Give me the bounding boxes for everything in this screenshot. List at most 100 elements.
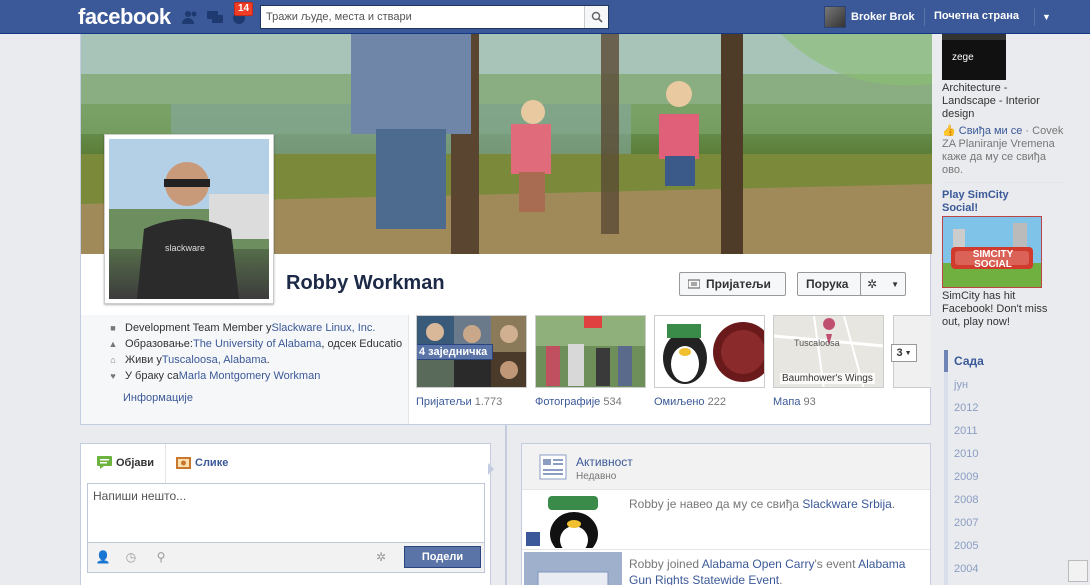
post-composer: Објави Слике Напиши нешто... 👤 ◷ ⚲ ✲ Под…: [80, 443, 491, 585]
slackware-page-image[interactable]: [524, 492, 622, 548]
zege-ad-image[interactable]: zege: [942, 34, 1006, 80]
work-link[interactable]: Slackware Linux, Inc.: [272, 322, 376, 334]
profile-picture[interactable]: slackware: [104, 134, 274, 304]
year-nav-item[interactable]: 2011: [954, 425, 978, 437]
user-avatar: [824, 6, 846, 28]
event-host-link[interactable]: Alabama Open Carry: [702, 557, 815, 571]
notification-count-badge: 14: [234, 2, 254, 16]
info-work: ■ Development Team Member у Slackware Li…: [107, 322, 375, 334]
ad1-like-link[interactable]: Свиђа ми се: [959, 125, 1023, 137]
user-profile-link[interactable]: Broker Brok: [824, 6, 915, 28]
search-button[interactable]: [584, 6, 608, 28]
status-input[interactable]: Напиши нешто...: [87, 483, 485, 543]
tab-photos[interactable]: Слике: [176, 456, 228, 469]
gear-icon: ✲: [867, 277, 878, 291]
year-nav-item[interactable]: 2010: [954, 448, 978, 460]
year-nav-item[interactable]: 2009: [954, 471, 978, 483]
year-nav-active-marker: [944, 350, 948, 372]
clock-icon[interactable]: ◷: [124, 550, 138, 564]
location-pin-icon[interactable]: ⚲: [154, 550, 168, 564]
activity-text: Robby joined Alabama Open Carry's event …: [629, 557, 906, 585]
favorites-thumbnail[interactable]: [654, 315, 765, 388]
like-thumb-icon: 👍: [942, 125, 956, 137]
briefcase-icon: ■: [110, 323, 116, 333]
year-nav-month[interactable]: јун: [954, 379, 968, 391]
spouse-link[interactable]: Marla Montgomery Workman: [179, 370, 321, 382]
event-image[interactable]: [524, 552, 622, 585]
map-thumbnail[interactable]: Tuscaloosa Baumhower's Wings: [773, 315, 884, 388]
location-link[interactable]: Tuscaloosa, Alabama: [162, 354, 267, 366]
zege-logo-image: zege: [942, 34, 1006, 80]
photos-section-label[interactable]: Фотографије 534: [535, 396, 622, 408]
chevron-down-icon: ▼: [891, 279, 899, 289]
message-button[interactable]: Порука: [797, 272, 865, 296]
profile-photo: slackware: [109, 139, 269, 299]
simcity-logo-text: SIMCITY SOCIAL: [972, 249, 1014, 270]
search-input[interactable]: [261, 6, 581, 28]
map-city-label: Tuscaloosa: [794, 338, 840, 348]
ad1-social-context: 👍 Свиђа ми се · Covek ZA Planiranje Vrem…: [942, 125, 1064, 176]
activity-box: Активност Недавно Robby је навео да му с…: [521, 443, 931, 585]
message-button-label: Порука: [806, 277, 849, 291]
friends-button-label: Пријатељи: [706, 277, 771, 291]
ad2-title[interactable]: Play SimCity Social!: [942, 189, 1042, 215]
audience-gear-icon[interactable]: ✲: [374, 550, 388, 564]
activity-list-icon: [539, 454, 567, 480]
friends-section-label[interactable]: Пријатељи 1.773: [416, 396, 502, 408]
favorites-thumbnail-image: [655, 316, 764, 387]
year-nav-item[interactable]: 2007: [954, 517, 978, 529]
chat-sidebar-icon[interactable]: [1068, 560, 1088, 582]
ad1-title[interactable]: Architecture - Landscape - Interior desi…: [942, 82, 1052, 121]
year-nav-item[interactable]: 2004: [954, 563, 978, 575]
account-dropdown-icon[interactable]: ▼: [1042, 12, 1051, 22]
ad2-text[interactable]: SimCity has hit Facebook! Don't miss out…: [942, 290, 1052, 329]
facebook-logo[interactable]: facebook: [78, 4, 171, 30]
favorites-section-label[interactable]: Омиљено 222: [654, 396, 726, 408]
info-location: ⌂ Живи у Tuscaloosa, Alabama.: [107, 354, 269, 366]
mutual-friends-badge: 4 заједничка: [417, 344, 494, 360]
more-sections-button[interactable]: 3 ▼: [891, 344, 917, 362]
friends-check-icon: [688, 279, 700, 289]
activity-title[interactable]: Активност: [576, 455, 633, 469]
activity-text: Robby је навео да му се свиђа Slackware …: [629, 497, 896, 511]
simcity-ad-image[interactable]: SIMCITY SOCIAL: [942, 216, 1042, 288]
house-icon: ⌂: [110, 355, 116, 365]
top-navigation-bar: facebook 14 Broker Brok Почетна страна ▼: [0, 0, 1090, 34]
info-education: ▲ Образовање: The University of Alabama,…: [108, 338, 403, 350]
search-box: [260, 5, 609, 29]
user-name: Broker Brok: [851, 11, 915, 23]
svg-text:zege: zege: [952, 52, 974, 63]
photos-thumbnail[interactable]: [535, 315, 646, 388]
friends-thumbnail[interactable]: 4 заједничка: [416, 315, 527, 388]
composer-toolbar: 👤 ◷ ⚲ ✲ Подели: [87, 543, 485, 573]
map-place-label: Baumhower's Wings: [780, 373, 875, 384]
heart-icon: ♥: [110, 371, 116, 381]
liked-page-link[interactable]: Slackware Srbija: [802, 497, 891, 511]
messages-icon[interactable]: [206, 9, 224, 25]
timeline-spine: [505, 425, 507, 585]
share-button[interactable]: Подели: [404, 546, 481, 568]
tag-people-icon[interactable]: 👤: [96, 550, 111, 564]
year-nav-item[interactable]: 2012: [954, 402, 978, 414]
settings-gear-button[interactable]: ✲ ▼: [860, 272, 906, 296]
home-link[interactable]: Почетна страна: [934, 10, 1019, 22]
school-link[interactable]: The University of Alabama: [193, 338, 321, 350]
year-nav-item[interactable]: 2008: [954, 494, 978, 506]
year-nav-item[interactable]: 2005: [954, 540, 978, 552]
nav-separator: [1034, 8, 1035, 26]
photo-icon: [176, 457, 191, 469]
about-link[interactable]: Информације: [123, 392, 193, 404]
search-icon: [591, 11, 603, 23]
friends-button[interactable]: Пријатељи: [679, 272, 786, 296]
activity-item: Robby је навео да му се свиђа Slackware …: [522, 490, 930, 550]
nav-separator: [924, 8, 925, 26]
chevron-down-icon: ▼: [904, 349, 912, 357]
friend-requests-icon[interactable]: [181, 9, 199, 25]
penguin-logo-image: [526, 496, 598, 548]
year-nav-now[interactable]: Сада: [954, 354, 984, 368]
profile-name[interactable]: Robby Workman: [286, 272, 445, 295]
profile-photo-scene: slackware: [109, 139, 269, 299]
tab-post[interactable]: Објави: [97, 456, 154, 469]
map-section-label[interactable]: Мапа 93: [773, 396, 816, 408]
photos-thumbnail-image: [536, 316, 645, 387]
